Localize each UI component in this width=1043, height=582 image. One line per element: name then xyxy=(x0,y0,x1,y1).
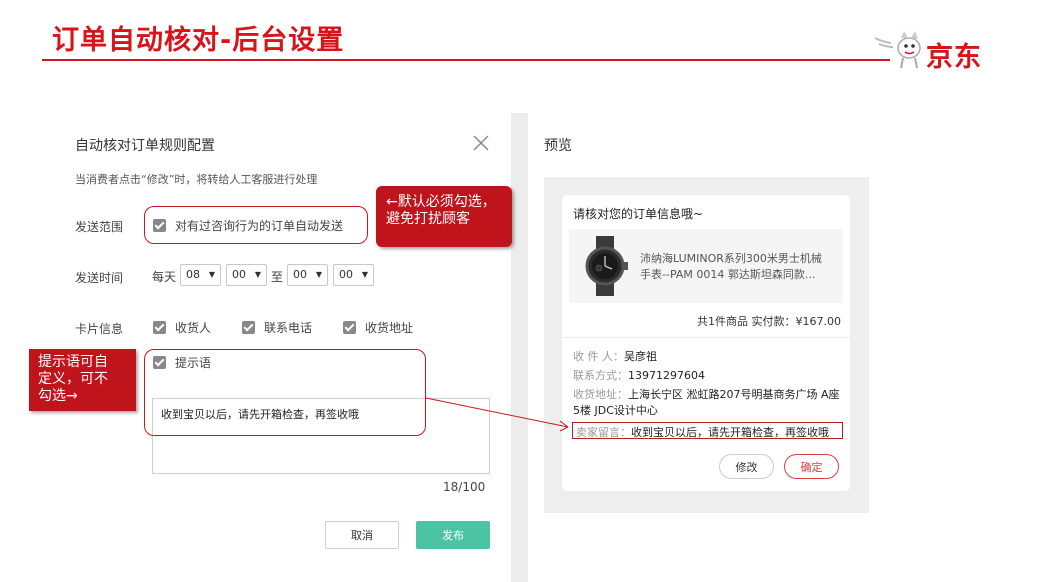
highlight-preview-note xyxy=(572,422,843,439)
address-option-label: 收货地址 xyxy=(365,321,414,335)
send-time-daily: 每天 xyxy=(152,270,177,284)
page-title: 订单自动核对-后台设置 xyxy=(52,25,345,56)
preview-address-line2: 5楼 JDC设计中心 xyxy=(573,404,658,417)
preview-receiver-label: 收 件 人： xyxy=(573,350,624,363)
address-checkbox[interactable] xyxy=(343,321,356,334)
callout-2-line1: 提示语可自 xyxy=(38,354,108,370)
preview-heading: 请核对您的订单信息哦~ xyxy=(573,207,704,221)
close-icon[interactable] xyxy=(472,134,490,152)
chevron-down-icon: ▼ xyxy=(361,270,368,279)
preview-title: 预览 xyxy=(544,138,572,154)
jd-logo-text: 京东 xyxy=(926,42,982,73)
preview-separator xyxy=(562,337,850,338)
start-minute-select[interactable]: 00 ▼ xyxy=(226,264,267,286)
chevron-down-icon: ▼ xyxy=(315,270,322,279)
callout-1-line1: ←默认必须勾选， xyxy=(386,194,496,210)
end-hour-select[interactable]: 00 ▼ xyxy=(287,264,328,286)
start-minute-value: 00 xyxy=(232,268,246,281)
receiver-option-label: 收货人 xyxy=(175,321,212,335)
preview-address-label: 收货地址： xyxy=(573,388,628,401)
end-minute-select[interactable]: 00 ▼ xyxy=(333,264,374,286)
tip-char-counter: 18/100 xyxy=(443,480,486,494)
receiver-checkbox[interactable] xyxy=(153,321,166,334)
preview-product-name-line2: 手表--PAM 0014 郭达斯坦森同款... xyxy=(640,268,816,281)
highlight-send-scope xyxy=(144,206,368,244)
chevron-down-icon: ▼ xyxy=(208,270,215,279)
callout-2-line2: 定义，可不 xyxy=(38,371,108,387)
end-minute-value: 00 xyxy=(339,268,353,281)
preview-address-row: 收货地址：上海长宁区 淞虹路207号明基商务广场 A座 xyxy=(573,386,840,402)
start-hour-select[interactable]: 08 ▼ xyxy=(180,264,221,286)
callout-1-line2: 避免打扰顾客 xyxy=(386,211,470,227)
publish-button[interactable]: 发布 xyxy=(416,521,490,549)
phone-checkbox[interactable] xyxy=(242,321,255,334)
start-hour-value: 08 xyxy=(186,268,200,281)
highlight-tip xyxy=(144,349,426,436)
panel-divider xyxy=(511,113,528,582)
callout-default-checked: ←默认必须勾选， 避免打扰顾客 xyxy=(376,186,512,247)
preview-phone-label: 联系方式： xyxy=(573,369,628,382)
chevron-down-icon: ▼ xyxy=(254,270,261,279)
phone-option-label: 联系电话 xyxy=(264,321,313,335)
title-divider xyxy=(42,59,890,61)
preview-order-summary: 共1件商品 实付款：¥167.00 xyxy=(697,315,841,328)
preview-confirm-button[interactable]: 确定 xyxy=(784,454,839,479)
end-hour-value: 00 xyxy=(293,268,307,281)
send-time-label: 发送时间 xyxy=(75,271,124,285)
card-info-phone[interactable]: 联系电话 xyxy=(242,319,312,336)
card-info-label: 卡片信息 xyxy=(75,322,124,336)
preview-modify-button[interactable]: 修改 xyxy=(719,454,774,479)
dialog-title: 自动核对订单规则配置 xyxy=(75,138,215,154)
callout-2-line3: 勾选→ xyxy=(38,388,78,404)
card-info-receiver[interactable]: 收货人 xyxy=(153,319,211,336)
watch-image xyxy=(585,236,628,296)
callout-tip-customizable: 提示语可自 定义，可不 勾选→ xyxy=(29,349,136,411)
preview-receiver-value: 吴彦祖 xyxy=(624,350,657,363)
preview-phone-value: 13971297604 xyxy=(628,369,705,382)
preview-product-name-line1: 沛纳海LUMINOR系列300米男士机械 xyxy=(640,252,822,265)
card-info-address[interactable]: 收货地址 xyxy=(343,319,413,336)
preview-address-row-2: 5楼 JDC设计中心 xyxy=(573,402,658,418)
cancel-button[interactable]: 取消 xyxy=(325,521,399,549)
preview-address-line1: 上海长宁区 淞虹路207号明基商务广场 A座 xyxy=(628,388,840,401)
send-scope-label: 发送范围 xyxy=(75,220,124,234)
preview-receiver-row: 收 件 人：吴彦祖 xyxy=(573,348,657,364)
preview-phone-row: 联系方式：13971297604 xyxy=(573,367,705,383)
send-time-to: 至 xyxy=(271,270,284,284)
dialog-description: 当消费者点击“修改”时，将转给人工客服进行处理 xyxy=(75,173,318,186)
